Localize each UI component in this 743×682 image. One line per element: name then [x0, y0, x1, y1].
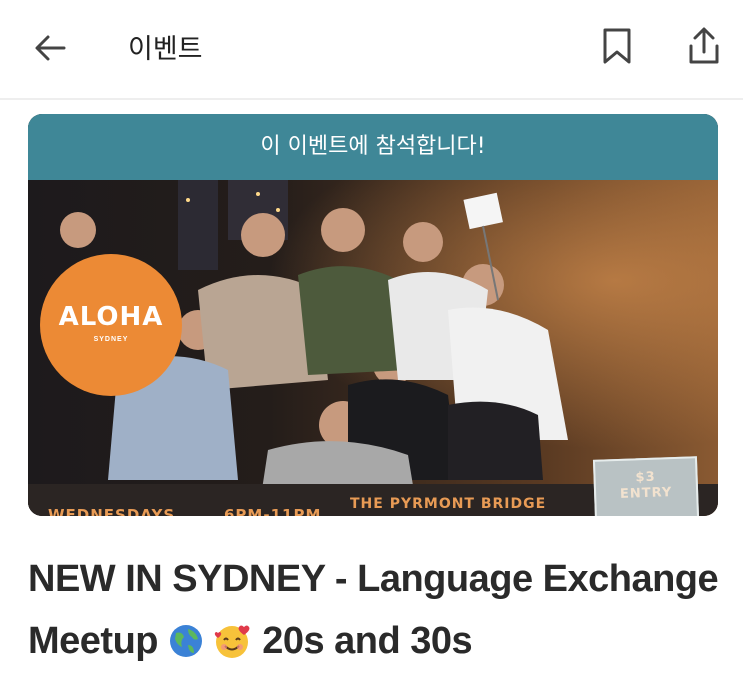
entry-label: ENTRY — [619, 485, 673, 502]
bookmark-button[interactable] — [597, 24, 637, 68]
entry-price: $3 — [635, 469, 656, 486]
bookmark-icon — [603, 28, 631, 64]
page-title: 이벤트 — [128, 34, 203, 65]
attend-banner[interactable]: 이 이벤트에 참석합니다! — [28, 114, 718, 180]
arrow-left-icon — [35, 35, 66, 61]
aloha-logo: ALOHA SYDNEY — [40, 254, 182, 396]
top-app-bar: 이벤트 — [0, 0, 743, 100]
strip-days: WEDNESDAYS — [48, 506, 176, 516]
smiling-face-with-hearts-icon — [214, 625, 250, 658]
strip-venue: THE PYRMONT BRIDGE — [350, 496, 547, 512]
share-button[interactable] — [682, 22, 726, 70]
aloha-logo-subtext: SYDNEY — [93, 336, 129, 343]
strip-time: 6PM-11PM — [224, 506, 322, 516]
entry-badge: $3 ENTRY — [592, 456, 700, 516]
back-button[interactable] — [28, 26, 72, 70]
share-icon — [689, 27, 719, 64]
event-card[interactable]: 이 이벤트에 참석합니다! ALOHA SYDNEY WEDNESDAYS 6P… — [28, 114, 718, 516]
aloha-logo-text: ALOHA — [58, 302, 164, 332]
event-title: NEW IN SYDNEY - Language Exchange Meetup… — [28, 548, 728, 672]
globe-icon — [170, 625, 203, 657]
event-title-suffix: 20s and 30s — [262, 620, 473, 662]
